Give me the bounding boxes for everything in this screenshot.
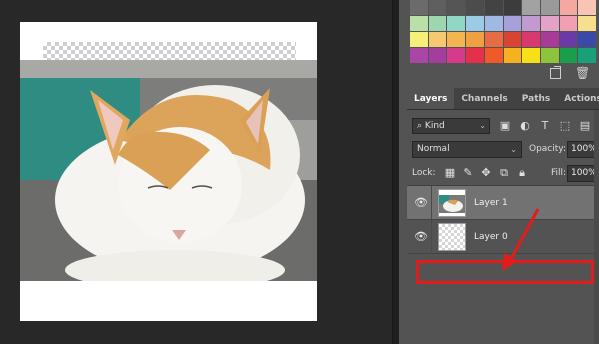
color-swatch[interactable] bbox=[466, 32, 484, 47]
color-swatch[interactable] bbox=[578, 32, 596, 47]
type-filter-icon[interactable]: T bbox=[538, 118, 552, 134]
color-swatch[interactable] bbox=[447, 48, 466, 63]
shape-filter-icon[interactable]: ⬚ bbox=[558, 118, 572, 134]
color-swatch[interactable] bbox=[447, 0, 466, 15]
canvas-area[interactable] bbox=[0, 0, 392, 344]
layer-thumbnail bbox=[438, 189, 466, 217]
color-swatch[interactable] bbox=[522, 48, 540, 63]
blend-row: Normal ⌄ Opacity: 100% bbox=[412, 141, 597, 159]
kind-filter-select[interactable]: ⌕ Kind ⌄ bbox=[412, 118, 490, 134]
color-swatch[interactable] bbox=[578, 16, 596, 31]
color-swatch[interactable] bbox=[410, 0, 428, 15]
color-swatch[interactable] bbox=[503, 16, 522, 31]
color-swatch[interactable] bbox=[522, 32, 540, 47]
smart-object-filter-icon[interactable]: ▤ bbox=[578, 118, 592, 134]
color-swatch[interactable] bbox=[410, 16, 428, 31]
layer-filter-row: ⌕ Kind ⌄ ▣ ◐ T ⬚ ▤ bbox=[412, 118, 596, 136]
fill-field[interactable]: 100% bbox=[567, 165, 597, 182]
color-swatch[interactable] bbox=[428, 32, 447, 47]
panel-gutter bbox=[399, 0, 407, 344]
color-swatch[interactable] bbox=[466, 48, 484, 63]
color-swatch[interactable] bbox=[428, 48, 447, 63]
color-swatch[interactable] bbox=[466, 16, 484, 31]
color-swatch[interactable] bbox=[540, 48, 559, 63]
color-swatch[interactable] bbox=[540, 0, 559, 15]
adjustment-filter-icon[interactable]: ◐ bbox=[518, 118, 532, 134]
color-swatch[interactable] bbox=[428, 0, 447, 15]
color-swatch[interactable] bbox=[447, 32, 466, 47]
color-swatch[interactable] bbox=[540, 16, 559, 31]
color-swatch[interactable] bbox=[578, 0, 596, 15]
panel-scrollbar[interactable] bbox=[594, 110, 599, 344]
new-swatch-icon[interactable] bbox=[550, 66, 561, 79]
swatches-footer: 🗑 bbox=[407, 64, 599, 84]
color-swatch[interactable] bbox=[559, 0, 578, 15]
tab-actions[interactable]: Actions bbox=[557, 88, 599, 109]
blend-mode-value: Normal bbox=[417, 144, 450, 154]
red-arrow-icon bbox=[502, 208, 540, 271]
lock-all-icon[interactable]: 🔒︎ bbox=[515, 166, 529, 180]
color-swatch[interactable] bbox=[578, 48, 596, 63]
lock-row: Lock: ▦ ✎ ✥ ⧉ 🔒︎ Fill: 100% bbox=[412, 165, 597, 183]
swatches-grid bbox=[410, 0, 596, 63]
lock-transparent-icon[interactable]: ▦ bbox=[443, 166, 457, 180]
transparent-region bbox=[43, 42, 296, 60]
tab-paths[interactable]: Paths bbox=[515, 88, 558, 109]
kind-label: Kind bbox=[424, 121, 445, 131]
color-swatch[interactable] bbox=[447, 16, 466, 31]
color-swatch[interactable] bbox=[522, 16, 540, 31]
color-swatch[interactable] bbox=[410, 32, 428, 47]
color-swatch[interactable] bbox=[503, 32, 522, 47]
right-panel: 🗑 Layers Channels Paths Actions ⌕ Kind ⌄… bbox=[407, 0, 599, 344]
visibility-divider bbox=[431, 220, 432, 254]
cat-thumbnail-image bbox=[439, 190, 465, 216]
cat-image bbox=[20, 60, 317, 281]
blend-mode-select[interactable]: Normal ⌄ bbox=[412, 141, 522, 158]
tab-layers[interactable]: Layers bbox=[407, 88, 455, 109]
color-swatch[interactable] bbox=[484, 16, 503, 31]
photoshop-window: 🗑 Layers Channels Paths Actions ⌕ Kind ⌄… bbox=[0, 0, 599, 344]
chevron-down-icon: ⌄ bbox=[510, 145, 517, 154]
fill-label: Fill: bbox=[551, 168, 567, 178]
color-swatch[interactable] bbox=[559, 16, 578, 31]
opacity-field[interactable]: 100% bbox=[567, 141, 597, 158]
canvas-scroll-divider bbox=[392, 0, 399, 344]
color-swatch[interactable] bbox=[410, 48, 428, 63]
color-swatch[interactable] bbox=[484, 32, 503, 47]
opacity-label: Opacity: bbox=[529, 144, 566, 154]
color-swatch[interactable] bbox=[522, 0, 540, 15]
pixel-filter-icon[interactable]: ▣ bbox=[498, 118, 512, 134]
color-swatch[interactable] bbox=[559, 32, 578, 47]
tab-channels[interactable]: Channels bbox=[454, 88, 514, 109]
color-swatch[interactable] bbox=[484, 48, 503, 63]
visibility-divider bbox=[431, 186, 432, 220]
lock-label: Lock: bbox=[412, 168, 436, 178]
eye-icon[interactable]: 👁︎ bbox=[414, 197, 428, 209]
layer-thumbnail bbox=[438, 223, 466, 251]
lock-artboard-icon[interactable]: ⧉ bbox=[497, 166, 511, 180]
cat-photo[interactable] bbox=[20, 60, 317, 281]
lock-image-icon[interactable]: ✎ bbox=[461, 166, 475, 180]
search-icon: ⌕ bbox=[417, 121, 423, 131]
color-swatch[interactable] bbox=[540, 32, 559, 47]
color-swatch[interactable] bbox=[559, 48, 578, 63]
color-swatch[interactable] bbox=[484, 0, 503, 15]
panel-tabs: Layers Channels Paths Actions bbox=[407, 88, 599, 110]
color-swatch[interactable] bbox=[428, 16, 447, 31]
eye-icon[interactable]: 👁︎ bbox=[414, 231, 428, 243]
color-swatch[interactable] bbox=[466, 0, 484, 15]
lock-position-icon[interactable]: ✥ bbox=[479, 166, 493, 180]
trash-icon[interactable]: 🗑 bbox=[575, 67, 590, 80]
color-swatch[interactable] bbox=[503, 0, 522, 15]
color-swatch[interactable] bbox=[503, 48, 522, 63]
chevron-down-icon: ⌄ bbox=[479, 121, 486, 130]
